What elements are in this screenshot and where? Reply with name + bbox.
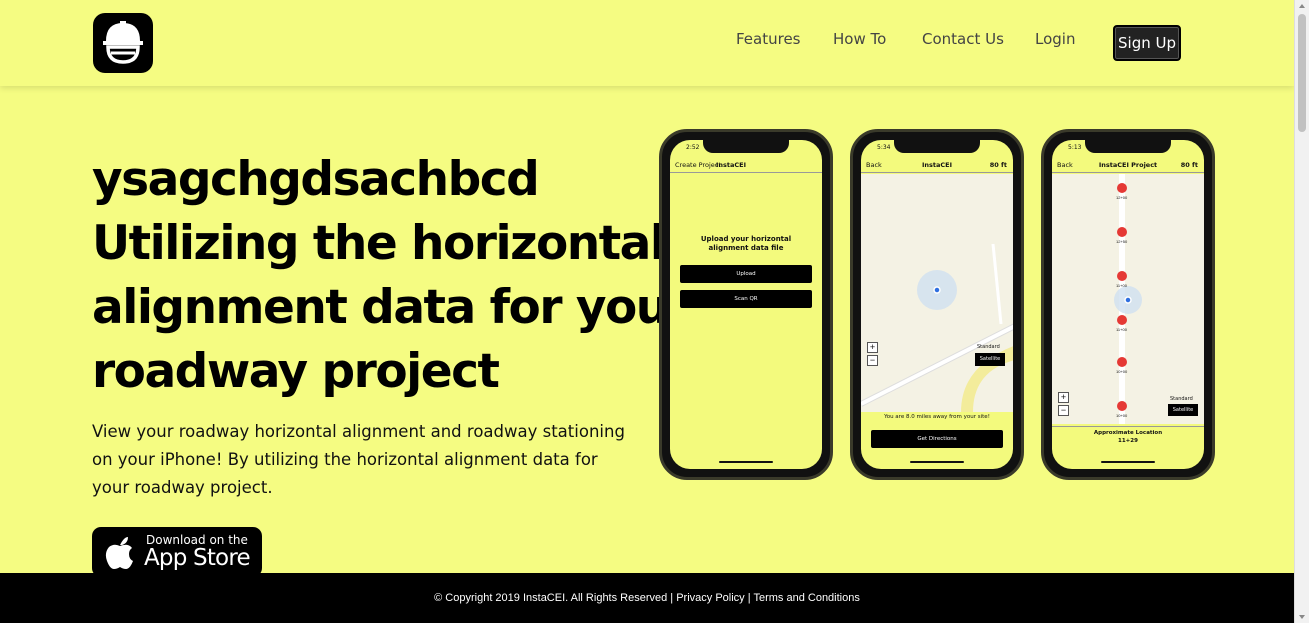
hero-title-line: roadway project (92, 344, 500, 399)
station-label: 10+00 (1116, 413, 1128, 418)
copyright-text: © Copyright 2019 InstaCEI. All Rights Re… (434, 592, 677, 604)
distance-text: You are 8.0 miles away from your site! (884, 414, 990, 420)
approx-location-value: 11+29 (1118, 438, 1138, 444)
app-bar: Back InstaCEI Project 80 ft (1052, 157, 1204, 173)
hero-title-line: ysagchgdsachbcd (92, 152, 540, 207)
status-time: 5:13 (1068, 144, 1082, 151)
station-label: 11+00 (1116, 327, 1127, 332)
app-bar: Back InstaCEI 80 ft (861, 157, 1013, 173)
scrollbar-thumb[interactable] (1298, 14, 1306, 132)
page-scrollbar[interactable] (1294, 0, 1309, 623)
app-store-badge[interactable]: Download on the App Store (92, 527, 262, 577)
phone-mockup-upload: 2:52 Create Project InstaCEI Upload your… (659, 129, 833, 480)
home-indicator (1101, 461, 1155, 463)
phone-notch (894, 140, 980, 153)
upload-button[interactable]: Upload (680, 265, 812, 283)
hero-description: View your roadway horizontal alignment a… (92, 422, 625, 497)
scale-label: 80 ft (1180, 161, 1198, 169)
phone-screen: 5:13 Back InstaCEI Project 80 ft 12+00 1… (1052, 140, 1204, 469)
zoom-out-button[interactable]: − (1058, 405, 1069, 416)
scroll-up-arrow-icon[interactable] (1299, 4, 1305, 8)
approximate-location-panel: Approximate Location 11+29 (1052, 426, 1204, 454)
station-label: 10+00 (1116, 369, 1128, 374)
station-label: 11+00 (1116, 283, 1127, 288)
standard-toggle[interactable]: Standard (977, 344, 1000, 350)
phone-mockup-stationing: 5:13 Back InstaCEI Project 80 ft 12+00 1… (1041, 129, 1215, 480)
nav-link-how-to[interactable]: How To (833, 30, 886, 48)
logo-hardhat-icon[interactable] (93, 13, 153, 73)
status-time: 2:52 (686, 144, 700, 151)
nav-link-features[interactable]: Features (736, 30, 801, 48)
app-bar: Create Project InstaCEI (670, 157, 822, 173)
approx-location-label: Approximate Location (1093, 430, 1163, 436)
map-view[interactable]: + − Standard Satellite (861, 174, 1013, 412)
satellite-toggle[interactable]: Satellite (1168, 404, 1198, 416)
map-view[interactable]: 12+00 12+50 11+00 11+00 10+00 10+00 + − … (1052, 174, 1204, 424)
home-indicator (910, 461, 964, 463)
privacy-policy-link[interactable]: Privacy Policy (676, 592, 744, 604)
apple-icon (105, 537, 133, 569)
footer: © Copyright 2019 InstaCEI. All Rights Re… (0, 573, 1294, 623)
hero-title-line: alignment data for your (92, 280, 691, 335)
get-directions-button[interactable]: Get Directions (871, 430, 1003, 448)
station-label: 12+00 (1116, 195, 1128, 200)
app-store-big-text: App Store (144, 545, 251, 571)
hero-title-line: Utilizing the horizontal (92, 216, 666, 271)
scroll-down-arrow-icon[interactable] (1299, 615, 1305, 619)
status-time: 5:34 (877, 144, 891, 151)
nav-link-contact-us[interactable]: Contact Us (922, 30, 1004, 48)
phone-notch (703, 140, 789, 153)
scan-qr-button[interactable]: Scan QR (680, 290, 812, 308)
hero-title: ysagchgdsachbcd Utilizing the horizontal… (92, 148, 691, 404)
phone-screen: 5:34 Back InstaCEI 80 ft + − Standard Sa… (861, 140, 1013, 469)
station-label: 12+50 (1116, 239, 1128, 244)
back-button[interactable]: Create Project (675, 161, 721, 169)
zoom-in-button[interactable]: + (867, 342, 878, 353)
home-indicator (719, 461, 773, 463)
standard-toggle[interactable]: Standard (1170, 396, 1193, 402)
phone-screen: 2:52 Create Project InstaCEI Upload your… (670, 140, 822, 469)
navbar: Features How To Contact Us Login Sign Up (0, 0, 1294, 86)
phone-notch (1085, 140, 1171, 153)
satellite-toggle[interactable]: Satellite (975, 353, 1005, 366)
zoom-in-button[interactable]: + (1058, 392, 1069, 403)
app-bar-title: InstaCEI (716, 161, 747, 169)
upload-heading: Upload your horizontal alignment data fi… (700, 235, 792, 252)
nav-link-login[interactable]: Login (1035, 30, 1075, 48)
scale-label: 80 ft (989, 161, 1007, 169)
terms-link[interactable]: Terms and Conditions (753, 592, 859, 604)
phone-mockup-map: 5:34 Back InstaCEI 80 ft + − Standard Sa… (850, 129, 1024, 480)
zoom-out-button[interactable]: − (867, 355, 878, 366)
sign-up-button[interactable]: Sign Up (1113, 25, 1181, 61)
